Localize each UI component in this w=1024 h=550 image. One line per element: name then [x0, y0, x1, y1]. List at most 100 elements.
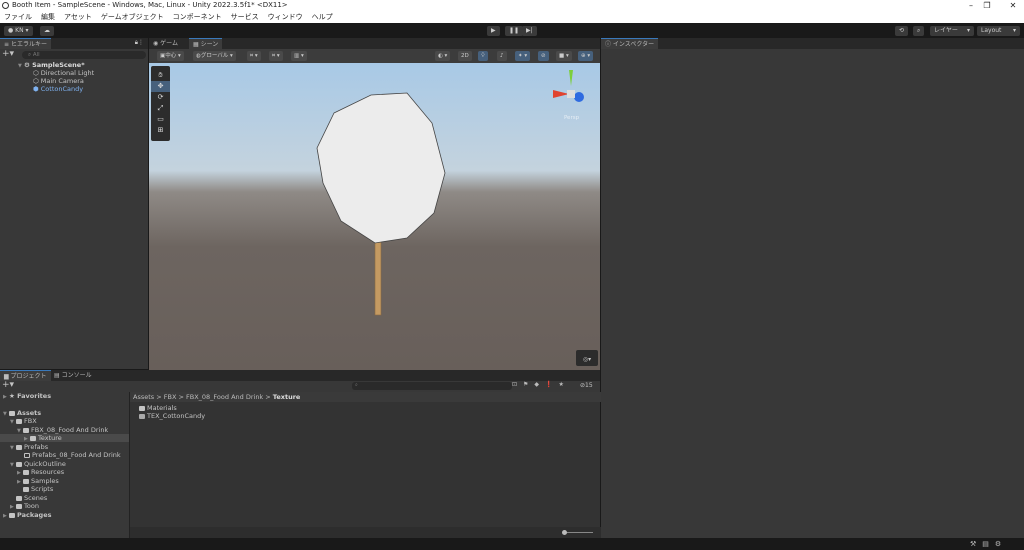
- hierarchy-item[interactable]: ⬡ Directional Light: [0, 69, 148, 77]
- unity-logo-icon: [2, 2, 9, 9]
- tree-item[interactable]: ▼ QuickOutline: [0, 460, 129, 468]
- tree-item[interactable]: ▶ Texture: [0, 434, 129, 442]
- menu-file[interactable]: ファイル: [4, 11, 32, 23]
- effects-dropdown[interactable]: ✦ ▾: [515, 51, 531, 61]
- camera-dropdown[interactable]: ■ ▾: [556, 51, 572, 61]
- history-button[interactable]: ⟲: [895, 26, 909, 36]
- tree-item[interactable]: ▼ FBX_08_Food And Drink: [0, 426, 129, 434]
- breadcrumb-item[interactable]: FBX_08_Food And Drink: [186, 393, 263, 401]
- gameobject-icon: ⬡: [33, 69, 39, 77]
- project-tree: ▶ ★ Favorites ▼ Assets ▼ FBX ▼ FBX_08_Food A…: [0, 392, 129, 538]
- snap-increment-dropdown[interactable]: ⌗ ▾: [269, 51, 283, 61]
- folder-icon: [23, 469, 29, 475]
- scene-icon: ⚙: [24, 61, 30, 69]
- create-button[interactable]: +▾: [2, 50, 14, 59]
- rotate-tool-icon[interactable]: ⟳: [151, 92, 170, 103]
- file-item[interactable]: Materials: [130, 404, 600, 412]
- 2d-toggle[interactable]: 2D: [458, 51, 472, 61]
- move-tool-icon[interactable]: ✥: [151, 81, 170, 92]
- gameobject-icon: ⬡: [33, 77, 39, 85]
- menu-window[interactable]: ウィンドウ: [268, 11, 303, 23]
- main-toolbar: ● KN ▾ ☁ ▶ ❚❚ ▶| ⟲ ⌕ レイヤー ▾ Layout ▾: [0, 23, 1024, 38]
- tree-favorites[interactable]: ▶ ★ Favorites: [0, 392, 129, 400]
- account-button[interactable]: ● KN ▾: [4, 26, 33, 36]
- folder-icon: [23, 427, 29, 433]
- scene-row[interactable]: ▼ ⚙ SampleScene*: [0, 61, 148, 69]
- grid-dropdown[interactable]: ▥ ▾: [291, 51, 307, 61]
- file-item[interactable]: TEX_CottonCandy: [130, 412, 600, 420]
- close-button[interactable]: ✕: [998, 0, 1024, 11]
- tree-item[interactable]: ▼ Assets: [0, 409, 129, 417]
- slider-handle[interactable]: [562, 530, 567, 535]
- status-bar: ⚒▤⚙: [0, 538, 1024, 550]
- history-icon: ⟲: [899, 27, 905, 34]
- folder-icon: [9, 512, 15, 518]
- orientation-gizmo[interactable]: Persp: [549, 68, 594, 121]
- menu-services[interactable]: サービス: [231, 11, 259, 23]
- tab-hierarchy[interactable]: ≡ ヒエラルキー: [0, 38, 51, 49]
- tree-item[interactable]: ▼ FBX: [0, 417, 129, 425]
- tree-item[interactable]: ▶ Toon: [0, 502, 129, 510]
- hand-tool-icon[interactable]: ✋︎: [151, 70, 170, 81]
- tree-item[interactable]: Scenes: [0, 494, 129, 502]
- breadcrumb-item[interactable]: FBX: [164, 393, 177, 401]
- transform-tool-icon[interactable]: ⊞: [151, 125, 170, 136]
- cloud-button[interactable]: ☁: [40, 26, 54, 36]
- tab-console[interactable]: ▤ コンソール: [50, 370, 96, 381]
- tree-item[interactable]: ▶ Packages: [0, 511, 129, 519]
- inspector-panel: ⓘ インスペクター: [601, 38, 1024, 538]
- tab-game[interactable]: ◉ ゲーム: [149, 38, 182, 49]
- persp-label[interactable]: Persp: [549, 115, 594, 121]
- search-filters[interactable]: ⊡⚑◆❗★: [512, 381, 570, 388]
- scale-tool-icon[interactable]: ⤢: [151, 103, 170, 114]
- tab-inspector[interactable]: ⓘ インスペクター: [601, 38, 659, 49]
- menu-gameobject[interactable]: ゲームオブジェクト: [101, 11, 164, 23]
- gizmos-dropdown[interactable]: ⊕ ▾: [578, 51, 594, 61]
- menu-edit[interactable]: 編集: [41, 11, 55, 23]
- menu-assets[interactable]: アセット: [64, 11, 92, 23]
- layers-dropdown[interactable]: レイヤー ▾: [930, 26, 974, 36]
- folder-icon: [16, 503, 22, 509]
- project-create-button[interactable]: +▾: [2, 381, 14, 390]
- hierarchy-item[interactable]: ⬡ Main Camera: [0, 77, 148, 85]
- folder-icon: [23, 478, 29, 484]
- breadcrumb-item[interactable]: Texture: [273, 393, 301, 401]
- tree-item[interactable]: ▶ Resources: [0, 468, 129, 476]
- status-icons[interactable]: ⚒▤⚙: [970, 540, 1007, 548]
- cotton-candy-model: [316, 92, 446, 316]
- tab-scene[interactable]: ▦ シーン: [189, 38, 223, 49]
- hidden-objects-toggle[interactable]: ⊘: [538, 51, 549, 61]
- camera-overlay-button[interactable]: ◎▾: [576, 350, 598, 366]
- tree-item[interactable]: ▶ Samples: [0, 477, 129, 485]
- menu-help[interactable]: ヘルプ: [312, 11, 333, 23]
- play-button[interactable]: ▶: [487, 26, 500, 36]
- step-button[interactable]: ▶|: [522, 26, 537, 36]
- rect-tool-icon[interactable]: ▭: [151, 114, 170, 125]
- project-search-input[interactable]: ⌕: [352, 382, 512, 390]
- tree-item[interactable]: Scripts: [0, 485, 129, 493]
- hierarchy-item[interactable]: ⬢ CottonCandy: [0, 85, 148, 93]
- menu-component[interactable]: コンポーネント: [173, 11, 222, 23]
- audio-toggle[interactable]: ♪: [497, 51, 507, 61]
- folder-icon: [16, 444, 22, 450]
- layout-dropdown[interactable]: Layout ▾: [977, 26, 1020, 36]
- prefab-icon: ⬢: [33, 85, 39, 93]
- shading-dropdown[interactable]: ◐ ▾: [435, 51, 451, 61]
- tree-item[interactable]: ▼ Prefabs: [0, 443, 129, 451]
- pivot-dropdown[interactable]: ▣中心 ▾: [157, 51, 184, 61]
- search-button[interactable]: ⌕: [913, 26, 925, 36]
- grid-snap-dropdown[interactable]: ⌗ ▾: [247, 51, 261, 61]
- project-content: Assets > FBX > FBX_08_Food And Drink > T…: [129, 392, 601, 538]
- pause-button[interactable]: ❚❚: [505, 26, 524, 36]
- breadcrumb-item[interactable]: Assets: [133, 393, 154, 401]
- lighting-toggle[interactable]: 💡︎: [478, 51, 488, 61]
- icon-size-slider[interactable]: [563, 532, 593, 533]
- project-panel: ▆ プロジェクト ▤ コンソール +▾ ⌕ ⊡⚑◆❗★ ⊘15 ▶ ★ Favor…: [0, 370, 601, 538]
- hidden-packages-count[interactable]: ⊘15: [580, 382, 593, 389]
- hierarchy-search-input[interactable]: ⌕ All: [22, 51, 146, 59]
- scene-viewport[interactable]: ✋︎ ✥ ⟳ ⤢ ▭ ⊞ Persp ◎▾: [149, 63, 600, 370]
- space-dropdown[interactable]: ◍グローバル ▾: [193, 51, 236, 61]
- lock-icon[interactable]: 🔒︎⋮: [135, 39, 144, 47]
- tree-item[interactable]: Prefabs_08_Food And Drink: [0, 451, 129, 459]
- tools-overlay: ✋︎ ✥ ⟳ ⤢ ▭ ⊞: [151, 66, 170, 141]
